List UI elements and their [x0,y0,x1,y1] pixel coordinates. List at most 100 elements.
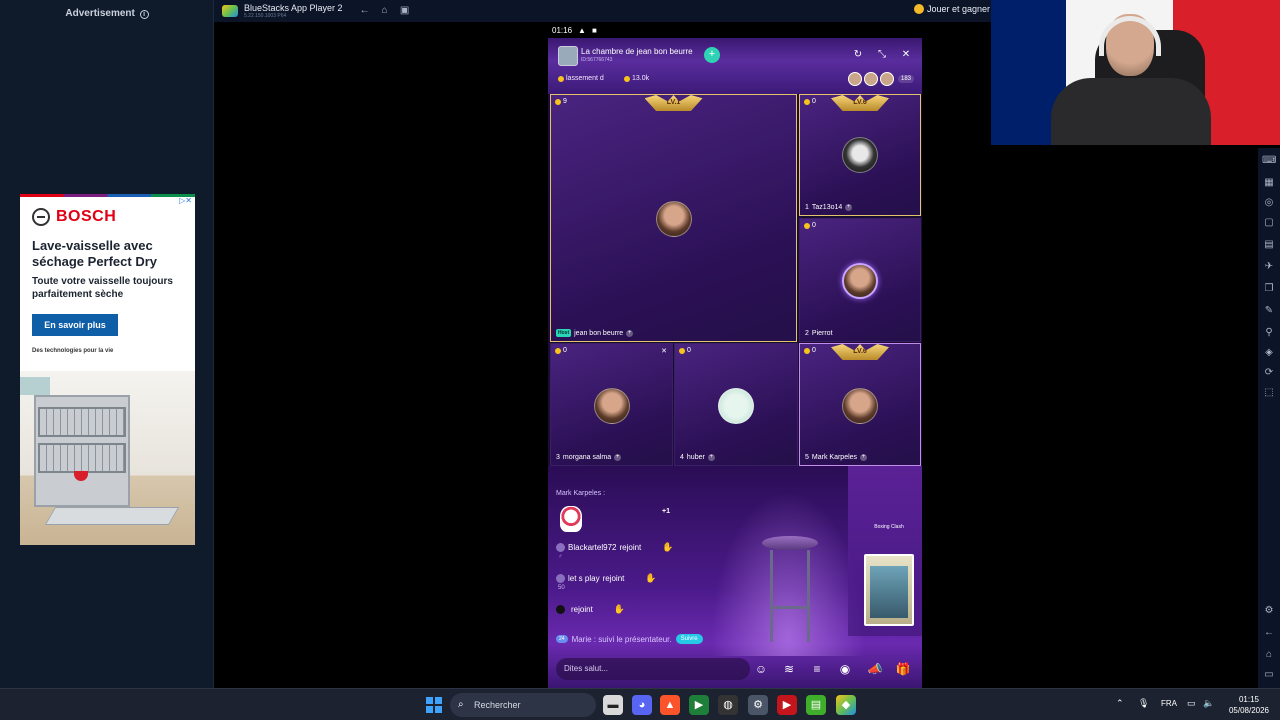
add-friend-icon[interactable]: + [614,454,622,461]
brush-icon[interactable]: ✎ [1262,304,1276,318]
ad-cta-button[interactable]: En savoir plus [32,314,118,336]
recent-icon[interactable]: ▭ [1262,668,1276,682]
taskbar-search[interactable]: ⌕ Rechercher [450,693,596,717]
megaphone-icon[interactable]: 📣 [866,660,884,678]
chat-input[interactable]: Dites salut... [556,658,750,680]
taskbar-clock[interactable]: 01:15 05/08/2026 [1222,694,1276,716]
chat-user: Blackartel972 [568,543,617,552]
refresh-icon[interactable]: ↻ [852,49,864,61]
settings-gear-icon[interactable]: ⚙ [748,695,768,715]
seat-3[interactable]: 0 ✕ 3 morgana salma + [550,343,673,466]
obs-icon[interactable]: ◍ [718,695,738,715]
app-launcher-icon[interactable]: ▶ [689,695,709,715]
score-pill[interactable]: 13.0k [624,75,649,82]
level-badge: LV.6 [831,95,889,111]
user-level-badge: 24 [556,635,568,643]
seat-coins: 0 [679,347,691,354]
seat-4[interactable]: 0 4 huber + [674,343,798,466]
home-icon[interactable]: ⌂ [1262,648,1276,662]
streamer-body [1051,78,1211,145]
wave-icon[interactable]: ✋ [614,604,625,615]
macro-icon[interactable]: ⚲ [1262,326,1276,340]
seat-avatar [718,388,754,424]
multi-instance-icon[interactable]: ❐ [1262,282,1276,296]
eco-icon[interactable]: ⬚ [1262,386,1276,400]
seat-avatar [593,388,630,424]
volume-icon[interactable]: 🔈 [1203,698,1214,709]
ranking-pill[interactable]: lassement d [558,75,604,82]
room-avatar[interactable] [558,46,578,66]
coin-icon [804,347,810,354]
stool-image [762,536,818,550]
chat-message[interactable]: let s play rejoint ✋ 50 [556,573,657,591]
close-icon[interactable]: ✕ [900,49,912,61]
seat-coins: 9 [555,98,567,105]
tray-chevron-icon[interactable]: ⌃ [1116,698,1124,709]
back-icon[interactable]: ← [1262,626,1276,640]
discord-icon[interactable]: ◕ [632,695,652,715]
viewers-list[interactable]: 183 [847,72,914,86]
language-indicator[interactable]: FRA [1161,699,1177,708]
gamepad-icon[interactable]: ▦ [1262,176,1276,190]
webcam-overlay [991,0,1280,145]
menu-icon[interactable]: ≡ [808,660,826,678]
seat-host[interactable]: LV.1 9 Host jean bon beurre + [550,94,797,342]
score-text: 13.0k [632,75,650,82]
flame-icon [624,75,630,82]
seat-1[interactable]: LV.6 0 1 Taz13o14 + [799,94,921,216]
settings-icon[interactable]: ⚙ [1262,604,1276,618]
sync-icon[interactable]: ⟳ [1262,366,1276,380]
microphone-icon[interactable]: 🎙 [1138,698,1149,709]
seat-name-text: Pierrot [811,330,833,337]
home-icon[interactable]: ⌂ [379,5,391,17]
seat-coins-value: 0 [812,222,816,229]
chat-message[interactable]: rejoint ✋ [556,604,625,615]
windows-start-button[interactable] [426,697,442,713]
layers-icon[interactable]: ◈ [1262,346,1276,360]
info-icon[interactable]: i [139,10,149,19]
minimize-icon[interactable]: ⤡ [876,49,888,61]
add-friend-icon[interactable]: + [626,329,634,337]
seat-coins-value: 0 [812,347,816,354]
seat-coins-value: 0 [563,347,567,354]
seat-avatar [842,263,878,299]
camera-icon[interactable]: ◎ [1262,196,1276,210]
notes-app-icon[interactable]: ▤ [806,695,826,715]
start-tile [426,706,433,713]
media-icon[interactable]: ▤ [1262,238,1276,252]
network-icon[interactable]: ▭ [1187,698,1196,709]
recent-apps-icon[interactable]: ▣ [399,5,411,17]
adchoices-close-icon[interactable]: ▷✕ [179,196,192,205]
bosch-logo: BOSCH [32,208,116,226]
seat-5[interactable]: LV.6 0 5 Mark Karpeles + [799,343,921,466]
follow-room-button[interactable]: + [704,47,720,63]
emoji-icon[interactable]: ☺ [752,660,770,678]
play-and-win-label: Jouer et gagner [926,4,990,14]
game-icon[interactable]: ◉ [836,660,854,678]
back-arrow-icon[interactable]: ← [359,5,371,17]
screenshot-icon[interactable]: ▢ [1262,216,1276,230]
add-friend-icon[interactable]: + [845,204,853,211]
clock-date: 05/08/2026 [1228,706,1270,715]
bluestacks-taskbar-icon[interactable]: ◆ [836,695,856,715]
bosch-ad[interactable]: ▷✕ BOSCH Lave-vaisselle avec séchage Per… [20,194,195,545]
file-explorer-icon[interactable]: ▬ [603,695,623,715]
chat-message[interactable]: Blackartel972 rejoint ✋ ♂ [556,542,674,560]
seat-name: 5 Mark Karpeles + [805,454,868,461]
seat-2[interactable]: 0 2 Pierrot [799,218,921,342]
brave-browser-icon[interactable]: ▲ [660,695,680,715]
voice-wave-icon[interactable]: ≋ [780,660,798,678]
play-and-win-button[interactable]: Jouer et gagner [913,4,990,14]
add-friend-icon[interactable]: + [860,454,868,461]
wave-icon[interactable]: ✋ [662,542,673,553]
follow-back-button[interactable]: Suivre [675,634,703,644]
event-banner[interactable] [864,554,914,626]
media-player-icon[interactable]: ▶ [777,695,797,715]
bluestacks-title-text: BlueStacks App Player 2 [244,2,343,13]
chat-action: rejoint [571,605,593,614]
wave-icon[interactable]: ✋ [645,573,656,584]
keyboard-icon[interactable]: ⌨ [1262,154,1276,168]
location-icon[interactable]: ✈ [1262,260,1276,274]
add-friend-icon[interactable]: + [707,454,715,461]
gift-icon[interactable]: 🎁 [894,660,912,678]
